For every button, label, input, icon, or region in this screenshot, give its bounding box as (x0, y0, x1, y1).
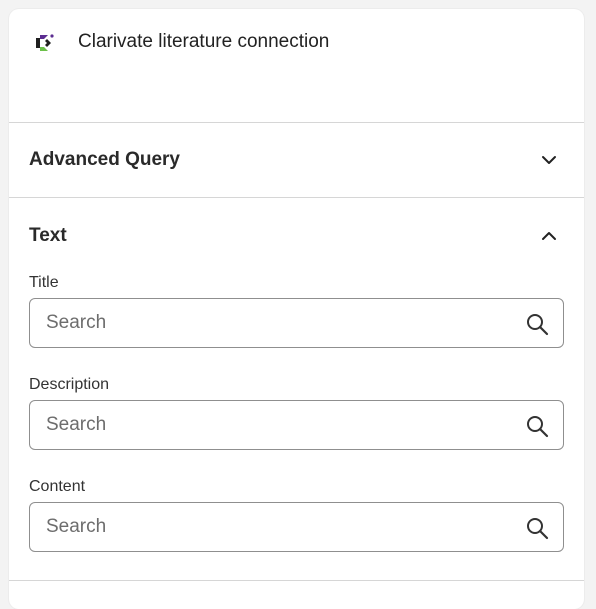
section-title-advanced-query: Advanced Query (29, 149, 180, 170)
app-title: Clarivate literature connection (78, 31, 330, 52)
field-label-title: Title (29, 274, 59, 291)
content-search-input[interactable] (44, 503, 518, 551)
filter-panel: Clarivate literature connection Advanced… (9, 9, 584, 609)
description-search-input[interactable] (44, 401, 518, 449)
field-label-description: Description (29, 376, 110, 393)
search-icon[interactable] (525, 516, 549, 540)
advanced-query-toggle[interactable]: Advanced Query (9, 123, 584, 197)
field-content: Content (9, 478, 584, 552)
content-search-box[interactable] (29, 502, 564, 552)
chevron-up-icon[interactable] (540, 227, 558, 245)
section-text: Text Title Description (9, 198, 584, 581)
panel-header: Clarivate literature connection (9, 9, 584, 123)
field-title: Title (9, 274, 584, 348)
section-title-text: Text (29, 225, 67, 246)
title-search-box[interactable] (29, 298, 564, 348)
description-search-box[interactable] (29, 400, 564, 450)
title-search-input[interactable] (44, 299, 518, 347)
section-advanced-query: Advanced Query (9, 123, 584, 198)
text-toggle[interactable]: Text (9, 198, 584, 274)
clarivate-logo-icon (36, 34, 54, 51)
search-icon[interactable] (525, 414, 549, 438)
field-description: Description (9, 376, 584, 450)
field-label-content: Content (29, 478, 86, 495)
chevron-down-icon[interactable] (540, 151, 558, 169)
search-icon[interactable] (525, 312, 549, 336)
